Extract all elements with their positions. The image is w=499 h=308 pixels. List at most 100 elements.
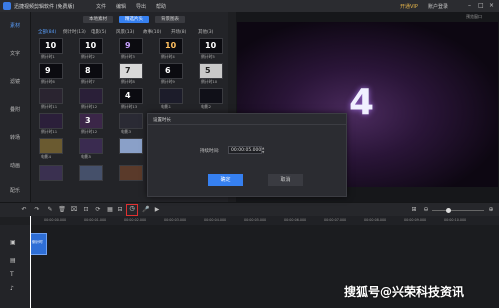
clip-label: 倒计时 <box>32 240 43 244</box>
sidebar-item-animation[interactable]: 动画 <box>0 162 30 169</box>
thumb-countdown-2[interactable]: 10 <box>79 38 103 54</box>
thumb-countdown-14b[interactable]: 3 <box>79 113 103 129</box>
thumb-countdown-13[interactable]: 4 <box>119 88 143 104</box>
sidebar-item-filter[interactable]: 滤镜 <box>0 78 30 85</box>
sidebar-item-overlay[interactable]: 叠附 <box>0 106 30 113</box>
thumb-countdown-3[interactable]: 9 <box>119 38 143 54</box>
countdown-digit: 4 <box>349 82 375 123</box>
text-track-icon: T <box>10 271 14 278</box>
rotate-icon[interactable]: ⟳ <box>94 206 102 214</box>
thumb-countdown-1[interactable]: 10 <box>39 38 63 54</box>
crop-icon[interactable]: ⊡ <box>82 206 90 214</box>
thumb-countdown-10[interactable]: 5 <box>199 63 223 79</box>
set-duration-dialog: 设置时长 持续时间: 00:00:05.000 ▲ ▼ 确定 取消 <box>147 113 347 197</box>
category-scenery[interactable]: 风景(13) <box>116 29 134 35</box>
thumb-countdown-4[interactable]: 10 <box>159 38 183 54</box>
preview-label: 预览窗口 <box>466 14 482 19</box>
zoom-in-icon[interactable]: ⊕ <box>487 206 495 214</box>
thumb-label: 倒计时9 <box>161 79 175 84</box>
image-track-icon: ▤ <box>10 257 16 264</box>
thumb-countdown-8[interactable]: 7 <box>119 63 143 79</box>
redo-icon[interactable]: ↷ <box>33 206 41 214</box>
ruler-tick: 00:00:05.000 <box>244 218 267 222</box>
duration-input[interactable]: 00:00:05.000 <box>228 146 262 154</box>
thumb-label: 倒计时10 <box>201 79 218 84</box>
menu-help[interactable]: 帮助 <box>156 3 166 10</box>
thumb-label: 倒计时11 <box>41 104 58 109</box>
thumb-movie-5[interactable] <box>79 138 103 154</box>
ruler-tick: 00:00:07.000 <box>324 218 347 222</box>
cancel-button[interactable]: 取消 <box>268 174 303 186</box>
fit-icon[interactable]: ⊞ <box>410 206 418 214</box>
category-movie[interactable]: 电影(5) <box>91 29 106 35</box>
undo-icon[interactable]: ↶ <box>20 206 28 214</box>
thumb-label: 倒计时12 <box>81 104 98 109</box>
thumb-countdown-11[interactable] <box>39 88 63 104</box>
thumb-scenery-1[interactable] <box>39 165 63 181</box>
maximize-icon[interactable]: □ <box>478 2 484 9</box>
tab-background[interactable]: 背景图表 <box>155 16 185 23</box>
freeze-icon[interactable]: ⊟ <box>116 206 124 214</box>
mosaic-icon[interactable]: ▦ <box>106 206 114 214</box>
category-story[interactable]: 故事(10) <box>143 29 161 35</box>
minimize-icon[interactable]: – <box>468 2 471 9</box>
menu-export[interactable]: 导出 <box>136 3 146 10</box>
tab-local-material[interactable]: 本地素材 <box>83 16 113 23</box>
ok-button[interactable]: 确定 <box>208 174 243 186</box>
thumb-countdown-5[interactable]: 10 <box>199 38 223 54</box>
zoom-slider[interactable] <box>432 210 484 211</box>
delete-icon[interactable]: 🗑 <box>58 206 66 214</box>
sidebar-item-material[interactable]: 素材 <box>0 22 30 29</box>
thumb-countdown-9[interactable]: 6 <box>159 63 183 79</box>
timeline-toolbar: ↶ ↷ ✎ 🗑 ⌧ ⊡ ⟳ ▦ ⊟ ◷ 🎤 ▶ ⊞ ⊖ ⊕ <box>0 202 499 217</box>
category-countdown[interactable]: 倒计时(13) <box>63 29 86 35</box>
zoom-out-icon[interactable]: ⊖ <box>422 206 430 214</box>
zoom-slider-handle[interactable] <box>446 208 451 213</box>
menu-edit[interactable]: 编辑 <box>116 3 126 10</box>
duration-stepper[interactable]: ▲ ▼ <box>262 146 266 154</box>
thumb-scenery-3[interactable] <box>119 165 143 181</box>
sidebar-item-music[interactable]: 配乐 <box>0 187 30 194</box>
thumb-countdown-7[interactable]: 8 <box>79 63 103 79</box>
edit-icon[interactable]: ✎ <box>46 206 54 214</box>
playhead[interactable] <box>30 216 31 308</box>
sidebar-item-transition[interactable]: 转场 <box>0 134 30 141</box>
thumb-label: 电影4 <box>41 154 52 159</box>
mic-icon[interactable]: 🎤 <box>142 206 150 214</box>
thumb-movie-1[interactable] <box>159 88 183 104</box>
tab-intro[interactable]: 精选片头 <box>119 16 149 23</box>
menu-file[interactable]: 文件 <box>96 3 106 10</box>
sidebar: 素材 文字 滤镜 叠附 转场 动画 配乐 <box>0 12 31 202</box>
export-icon[interactable]: ▶ <box>153 206 161 214</box>
split-icon[interactable]: ⌧ <box>70 206 78 214</box>
thumb-label: 电影2 <box>201 104 212 109</box>
ruler-tick: 00:00:10.000 <box>444 218 467 222</box>
thumb-scenery-2[interactable] <box>79 165 103 181</box>
thumb-label: 倒计时8 <box>121 79 135 84</box>
thumb-label: 倒计时4 <box>161 54 175 59</box>
category-opening[interactable]: 开场(8) <box>171 29 186 35</box>
thumb-countdown-13b[interactable] <box>39 113 63 129</box>
thumb-countdown-12[interactable] <box>79 88 103 104</box>
dialog-title: 设置时长 <box>153 118 171 123</box>
close-icon[interactable]: × <box>489 2 494 9</box>
thumb-label: 电影3 <box>121 129 132 134</box>
category-other[interactable]: 其他(3) <box>198 29 213 35</box>
vip-button[interactable]: 开通VIP <box>400 3 418 10</box>
thumb-movie-4[interactable] <box>39 138 63 154</box>
thumb-movie-2[interactable] <box>199 88 223 104</box>
app-title: 迅捷视频剪辑软件 (免费版) <box>14 4 75 10</box>
thumb-countdown-6[interactable]: 9 <box>39 63 63 79</box>
thumb-label: 倒计时7 <box>81 79 95 84</box>
thumb-label: 倒计时6 <box>41 79 55 84</box>
ruler-tick: 00:00:09.000 <box>404 218 427 222</box>
duration-icon[interactable]: ◷ <box>126 204 138 216</box>
ruler-tick: 00:00:01.000 <box>84 218 107 222</box>
thumb-movie-6[interactable] <box>119 138 143 154</box>
thumb-label: 倒计时1 <box>41 54 55 59</box>
thumb-movie-3[interactable] <box>119 113 143 129</box>
video-track-icon: ▣ <box>10 239 16 246</box>
category-all[interactable]: 全部(84) <box>38 29 56 35</box>
login-button[interactable]: 账户登录 <box>428 3 448 10</box>
sidebar-item-text[interactable]: 文字 <box>0 50 30 57</box>
